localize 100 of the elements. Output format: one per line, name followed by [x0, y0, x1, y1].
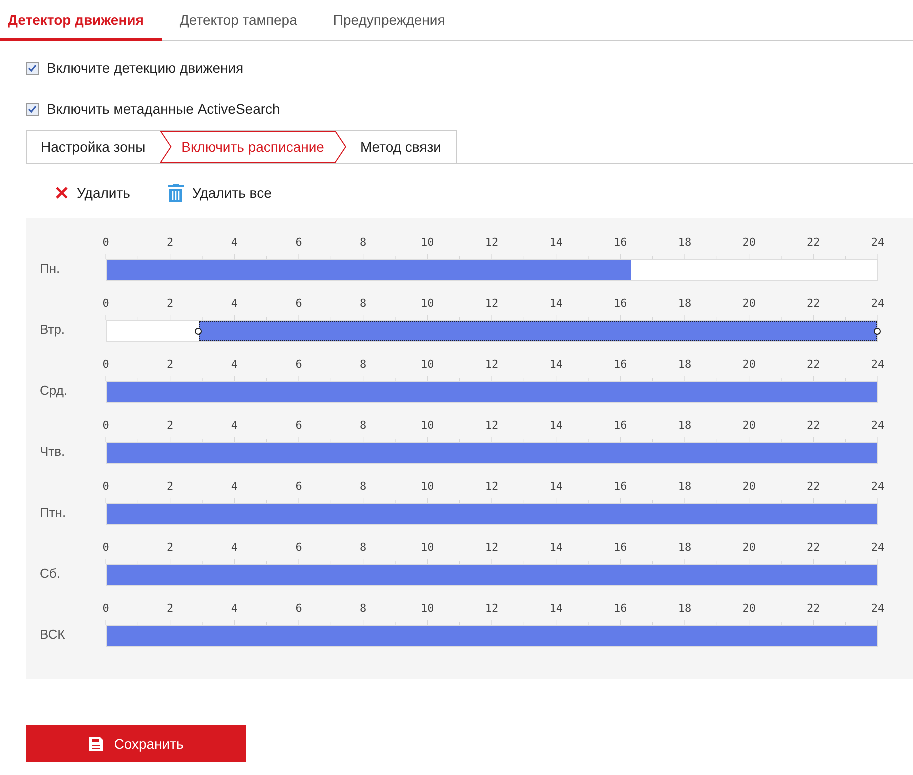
hour-label: 12: [485, 419, 499, 432]
day-label: Птн.: [40, 505, 68, 522]
toolbar-button[interactable]: Удалить все: [168, 182, 272, 204]
hour-label: 6: [296, 419, 302, 432]
sub-tab[interactable]: Включить расписание: [160, 131, 346, 163]
hour-label: 6: [296, 297, 302, 310]
hour-label: 2: [167, 236, 174, 249]
hour-label: 20: [742, 480, 756, 493]
hour-label: 14: [550, 297, 563, 310]
hour-label: 14: [550, 480, 563, 493]
hour-label: 6: [296, 358, 302, 371]
hour-label: 16: [614, 541, 628, 554]
hour-label: 20: [742, 419, 756, 432]
hour-label: 24: [871, 419, 885, 432]
hour-label: 4: [231, 297, 238, 310]
hour-label: 12: [485, 236, 499, 249]
hour-label: 22: [807, 358, 820, 371]
hour-label: 20: [742, 541, 756, 554]
hour-label: 2: [167, 480, 174, 493]
hour-label: 0: [102, 480, 110, 493]
sub-tab[interactable]: Настройка зоны: [27, 131, 160, 163]
hour-label: 10: [421, 358, 434, 371]
hour-label: 0: [102, 541, 110, 554]
hour-label: 20: [742, 602, 756, 615]
hour-label: 16: [614, 480, 628, 493]
hour-label: 22: [807, 297, 820, 310]
tab[interactable]: Предупреждения: [325, 1, 464, 40]
checkbox[interactable]: [26, 62, 39, 74]
hour-label: 4: [231, 419, 238, 432]
hour-label: 10: [421, 541, 434, 554]
hour-label: 2: [167, 419, 174, 432]
hour-label: 10: [421, 236, 434, 249]
cross-icon: [55, 186, 69, 200]
save-button[interactable]: Сохранить: [26, 725, 246, 762]
schedule-track[interactable]: [106, 320, 878, 342]
day-label: Чтв.: [40, 444, 66, 461]
hour-label: 0: [102, 297, 110, 310]
tab[interactable]: Детектор движения: [0, 1, 162, 41]
floppy-icon: [88, 736, 104, 752]
hour-label: 8: [360, 419, 367, 432]
hour-label: 18: [678, 602, 692, 615]
hour-label: 8: [360, 602, 367, 615]
hour-label: 12: [485, 480, 499, 493]
hour-label: 20: [742, 358, 756, 371]
hour-label: 12: [485, 602, 499, 615]
hour-label: 24: [871, 602, 885, 615]
hour-label: 18: [678, 236, 692, 249]
hour-label: 8: [360, 358, 367, 371]
hour-label: 2: [167, 297, 174, 310]
hour-label: 10: [421, 297, 434, 310]
hour-label: 16: [614, 358, 628, 371]
day-label: Пн.: [40, 261, 62, 278]
hour-label: 18: [678, 297, 692, 310]
hour-label: 0: [102, 236, 110, 249]
hour-label: 14: [550, 236, 563, 249]
hour-label: 6: [296, 541, 302, 554]
sub-tab[interactable]: Метод связи: [346, 131, 456, 163]
checkbox[interactable]: [26, 102, 39, 116]
hour-label: 0: [102, 419, 110, 432]
checkbox-label: Включите детекцию движения: [47, 60, 244, 76]
hour-label: 16: [614, 297, 628, 310]
hour-label: 16: [614, 419, 628, 432]
hour-label: 4: [231, 236, 238, 249]
trash-icon: [168, 184, 184, 202]
schedule-track[interactable]: [106, 259, 878, 281]
hour-label: 14: [550, 602, 563, 615]
day-label: Сб.: [40, 566, 62, 583]
day-label: ВСК: [40, 627, 66, 644]
schedule-segment[interactable]: [198, 321, 877, 341]
hour-label: 22: [807, 419, 820, 432]
hour-label: 16: [614, 602, 628, 615]
hour-label: 12: [485, 358, 499, 371]
hour-label: 24: [871, 541, 885, 554]
hour-label: 18: [678, 541, 692, 554]
hour-label: 20: [742, 236, 756, 249]
hour-label: 14: [550, 541, 563, 554]
hour-label: 6: [296, 480, 302, 493]
day-label: Срд.: [40, 383, 69, 400]
hour-label: 24: [871, 358, 885, 371]
hour-label: 8: [360, 480, 367, 493]
hour-label: 18: [678, 358, 692, 371]
hour-label: 2: [167, 602, 174, 615]
hour-label: 4: [231, 480, 238, 493]
tab[interactable]: Детектор тампера: [172, 1, 316, 40]
hour-label: 8: [360, 236, 367, 249]
hour-label: 24: [871, 236, 885, 249]
hour-label: 8: [360, 297, 367, 310]
hour-label: 14: [550, 419, 563, 432]
hour-label: 6: [296, 602, 302, 615]
hour-label: 16: [614, 236, 628, 249]
hour-label: 24: [871, 480, 885, 493]
hour-label: 0: [102, 602, 110, 615]
hour-label: 22: [807, 236, 820, 249]
hour-label: 2: [167, 358, 174, 371]
hour-label: 0: [102, 358, 110, 371]
checkbox-label: Включить метаданные ActiveSearch: [47, 101, 280, 117]
hour-label: 18: [678, 480, 692, 493]
hour-label: 12: [485, 541, 499, 554]
hour-label: 18: [678, 419, 692, 432]
toolbar-button[interactable]: Удалить: [55, 182, 130, 204]
